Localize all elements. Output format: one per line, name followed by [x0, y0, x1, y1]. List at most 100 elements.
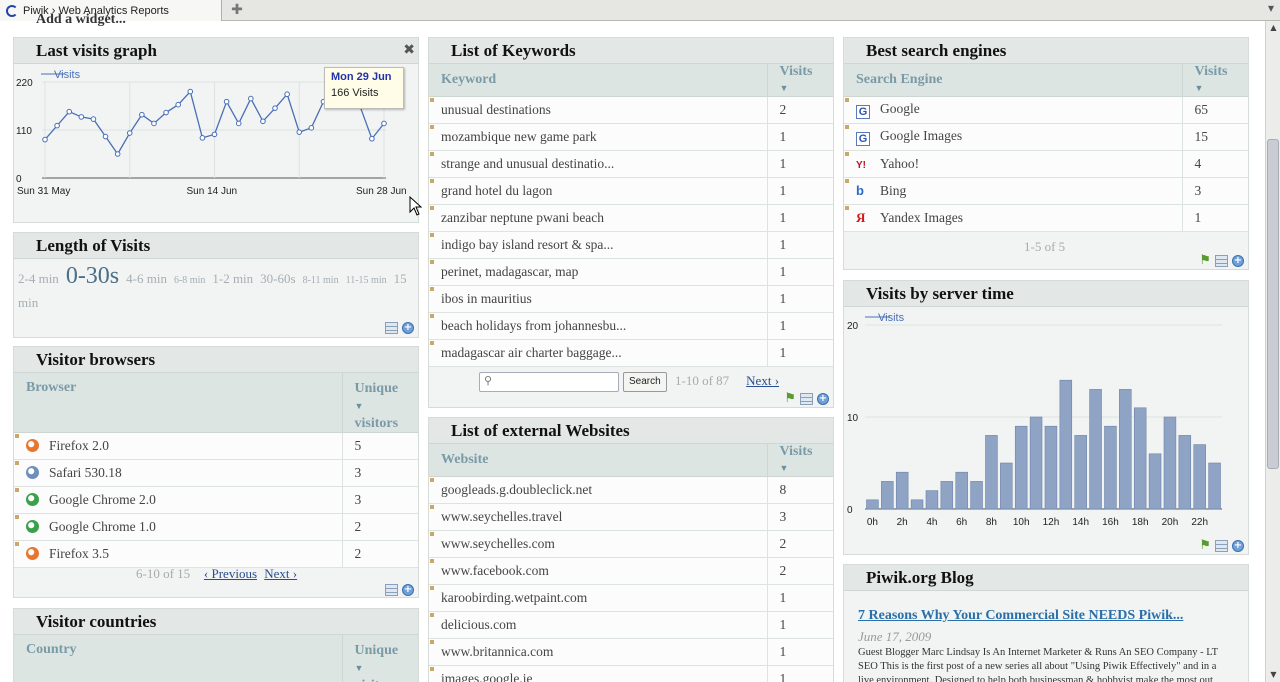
expand-plus-icon[interactable]: +	[817, 393, 829, 405]
table-view-icon[interactable]	[385, 584, 398, 596]
bar[interactable]	[866, 499, 879, 510]
widget-header[interactable]: Length of Visits	[14, 233, 418, 259]
data-point[interactable]	[163, 109, 169, 116]
tag-cloud-item[interactable]: 8-11 min	[303, 275, 339, 286]
column-header-search-engine[interactable]: Search Engine	[844, 64, 1183, 97]
tag-cloud-item[interactable]: 0-30s	[66, 263, 119, 289]
data-point[interactable]	[272, 105, 278, 111]
table-row[interactable]: G Google Images 15	[844, 123, 1248, 151]
table-row[interactable]: strange and unusual destinatio... 1	[429, 150, 833, 178]
expand-plus-icon[interactable]: +	[1232, 255, 1244, 267]
bar[interactable]	[1029, 416, 1043, 510]
table-row[interactable]: Firefox 2.0 5	[14, 432, 418, 460]
bar[interactable]	[1014, 425, 1028, 510]
bar[interactable]	[985, 435, 998, 510]
data-point[interactable]	[260, 118, 266, 125]
tag-cloud-item[interactable]: 4-6 min	[126, 271, 167, 286]
column-header-browser[interactable]: Browser	[14, 373, 343, 433]
data-point[interactable]	[175, 101, 181, 108]
data-point[interactable]	[90, 116, 97, 122]
widget-header[interactable]: Visitor browsers	[14, 347, 418, 373]
table-row[interactable]: ibos in mauritius 1	[429, 285, 833, 313]
data-point[interactable]	[187, 88, 194, 95]
tag-cloud-item[interactable]: 11-15 min	[346, 275, 387, 286]
table-row[interactable]: grand hotel du lagon 1	[429, 177, 833, 205]
data-point[interactable]	[151, 120, 157, 127]
table-row[interactable]: perinet, madagascar, map 1	[429, 258, 833, 286]
data-point[interactable]	[66, 108, 73, 115]
table-row[interactable]: Y! Yahoo! 4	[844, 150, 1248, 178]
data-point[interactable]	[369, 135, 375, 142]
table-row[interactable]: googleads.g.doubleclick.net 8	[429, 476, 833, 504]
table-row[interactable]: unusual destinations 2	[429, 96, 833, 124]
data-point[interactable]	[114, 151, 121, 157]
bar[interactable]	[1119, 389, 1132, 510]
tag-cloud-item[interactable]: 6-8 min	[174, 275, 205, 286]
blog-post-title-link[interactable]: 7 Reasons Why Your Commercial Site NEEDS…	[858, 608, 1183, 624]
previous-page-link[interactable]: ‹ Previous	[204, 566, 257, 581]
data-point[interactable]	[102, 133, 109, 140]
bar[interactable]	[925, 490, 939, 510]
widget-header[interactable]: Last visits graph	[14, 38, 418, 64]
table-row[interactable]: Google Chrome 1.0 2	[14, 513, 418, 541]
data-point[interactable]	[54, 122, 60, 129]
column-header-visits[interactable]: Visits ▼	[767, 64, 833, 97]
table-row[interactable]: www.seychelles.com 2	[429, 530, 833, 558]
next-page-link[interactable]: Next ›	[746, 373, 779, 388]
table-view-icon[interactable]	[385, 322, 398, 334]
table-row[interactable]: Firefox 3.5 2	[14, 540, 418, 568]
tag-cloud-item[interactable]: 2-4 min	[18, 271, 59, 286]
table-row[interactable]: G Google 65	[844, 96, 1248, 124]
bar[interactable]	[881, 481, 894, 510]
bar[interactable]	[1193, 444, 1206, 510]
widget-header[interactable]: Best search engines	[844, 38, 1248, 64]
data-point[interactable]	[211, 131, 218, 138]
bar[interactable]	[1163, 416, 1177, 510]
table-row[interactable]: beach holidays from johannesbu... 1	[429, 312, 833, 340]
table-row[interactable]: mozambique new game park 1	[429, 123, 833, 151]
widget-header[interactable]: Visitor countries	[14, 609, 418, 635]
bar[interactable]	[1208, 462, 1221, 510]
widget-header[interactable]: List of external Websites	[429, 418, 833, 444]
data-point[interactable]	[78, 114, 85, 120]
bar[interactable]	[940, 481, 954, 510]
data-point[interactable]	[248, 95, 254, 102]
column-header-unique-visitors[interactable]: Unique ▼ visitors	[342, 635, 418, 682]
column-header-keyword[interactable]: Keyword	[429, 64, 768, 97]
widget-header[interactable]: Piwik.org Blog	[844, 565, 1248, 591]
table-row[interactable]: karoobirding.wetpaint.com 1	[429, 584, 833, 612]
scrollbar-thumb[interactable]	[1267, 139, 1279, 469]
bar[interactable]	[955, 471, 968, 510]
data-point[interactable]	[308, 125, 315, 131]
bar[interactable]	[970, 481, 983, 510]
scroll-down-arrow-icon[interactable]: ▼	[1266, 668, 1280, 682]
bar[interactable]	[1059, 379, 1073, 510]
widget-header[interactable]: Visits by server time	[844, 281, 1248, 307]
add-widget-link[interactable]: Add a widget...	[36, 12, 126, 28]
table-row[interactable]: zanzibar neptune pwani beach 1	[429, 204, 833, 232]
table-view-icon[interactable]	[800, 393, 813, 405]
data-point[interactable]	[284, 91, 290, 98]
data-point[interactable]	[296, 129, 303, 135]
table-row[interactable]: images.google.ie 1	[429, 665, 833, 682]
table-row[interactable]: delicious.com 1	[429, 611, 833, 639]
tag-cloud-icon[interactable]: ⚑	[1199, 539, 1211, 552]
tag-cloud-item[interactable]: 30-60s	[260, 271, 295, 286]
table-row[interactable]: indigo bay island resort & spa... 1	[429, 231, 833, 259]
table-row[interactable]: www.seychelles.travel 3	[429, 503, 833, 531]
keyword-search-input[interactable]: ⚲	[479, 372, 619, 392]
table-row[interactable]: www.britannica.com 1	[429, 638, 833, 666]
table-view-icon[interactable]	[1215, 255, 1228, 267]
table-row[interactable]: b Bing 3	[844, 177, 1248, 205]
table-row[interactable]: Я Yandex Images 1	[844, 204, 1248, 232]
bar[interactable]	[1044, 425, 1058, 510]
bar[interactable]	[1178, 435, 1192, 510]
bar[interactable]	[1074, 435, 1087, 510]
data-point[interactable]	[139, 111, 145, 118]
bar[interactable]	[1133, 407, 1147, 510]
bar[interactable]	[895, 471, 909, 510]
close-icon[interactable]: ✖	[403, 42, 415, 58]
expand-plus-icon[interactable]: +	[402, 584, 414, 596]
bar[interactable]	[1089, 389, 1102, 510]
table-row[interactable]: madagascar air charter baggage... 1	[429, 339, 833, 367]
